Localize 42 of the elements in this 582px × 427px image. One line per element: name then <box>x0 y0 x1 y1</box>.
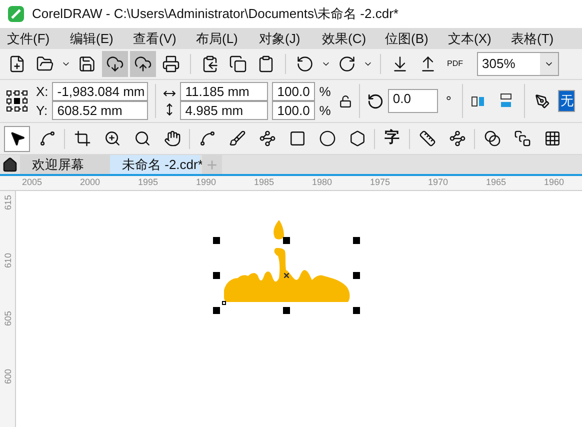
ruler-label: 1990 <box>196 176 218 189</box>
menu-item[interactable]: 对象(J) <box>259 28 322 48</box>
menu-item[interactable]: 文本(X) <box>448 28 511 48</box>
menu-item[interactable]: 表格(T) <box>511 28 574 48</box>
ruler-label: 605 <box>2 311 12 328</box>
rotation-field[interactable]: 0.0 <box>388 89 438 113</box>
ruler-label: 610 <box>2 253 12 270</box>
ruler-label: 2005 <box>22 176 44 189</box>
ruler-label: 1970 <box>428 176 450 189</box>
menu-item[interactable]: 文件(F) <box>7 28 70 48</box>
zoom-dropdown[interactable]: 305% <box>477 52 559 76</box>
ruler-label: 600 <box>2 369 12 386</box>
menu-item[interactable]: 查看(V) <box>133 28 196 48</box>
document-tab[interactable]: 欢迎屏幕 <box>20 155 110 174</box>
y-label: Y: <box>36 102 48 120</box>
y-position-field[interactable]: 608.52 mm <box>52 101 148 120</box>
window-title: CorelDRAW - C:\Users\Administrator\Documents\未命名 -2.cdr* <box>32 5 398 24</box>
degree-label: ° <box>446 92 452 110</box>
ruler-label: 615 <box>2 195 12 212</box>
document-tab[interactable]: 未命名 -2.cdr* <box>110 155 200 174</box>
height-field[interactable]: 4.985 mm <box>180 101 268 120</box>
ruler-label: 1975 <box>370 176 392 189</box>
percent-label: % <box>319 83 331 101</box>
export-pdf-label[interactable]: PDF <box>443 60 467 68</box>
width-field[interactable]: 11.185 mm <box>180 82 268 101</box>
ruler-label: 2000 <box>80 176 102 189</box>
menu-item[interactable]: 效果(C) <box>322 28 385 48</box>
ruler-label: 1985 <box>254 176 276 189</box>
scale-y-field[interactable]: 100.0 <box>272 101 316 120</box>
ruler-label: 1995 <box>138 176 160 189</box>
ruler-label: 1980 <box>312 176 334 189</box>
outline-width-field[interactable]: 无 <box>558 90 576 112</box>
x-position-field[interactable]: -1,983.084 mm <box>52 82 148 101</box>
ruler-label: 1960 <box>544 176 566 189</box>
percent-label: % <box>319 102 331 120</box>
ruler-label: 1965 <box>486 176 508 189</box>
text-tool-button[interactable]: 字 <box>379 126 405 152</box>
menu-item[interactable]: 编辑(E) <box>70 28 133 48</box>
menu-item[interactable]: 位图(B) <box>385 28 448 48</box>
scale-x-field[interactable]: 100.0 <box>272 82 316 101</box>
menu-item[interactable]: 布局(L) <box>196 28 259 48</box>
x-label: X: <box>36 83 48 101</box>
